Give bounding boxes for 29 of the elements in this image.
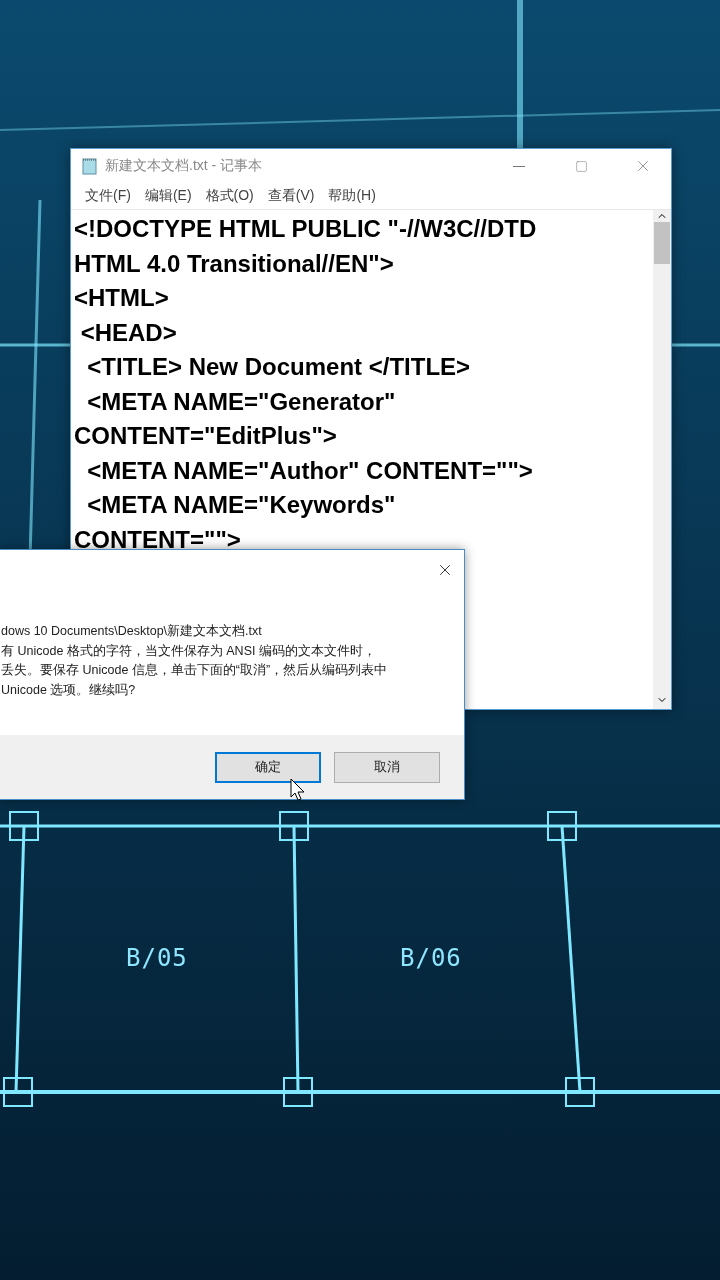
code-line: <HTML>: [74, 283, 170, 313]
minimize-icon: [513, 165, 525, 167]
scroll-thumb[interactable]: [654, 222, 670, 264]
maximize-icon: [574, 159, 588, 173]
code-line: HTML 4.0 Transitional//EN">: [74, 248, 395, 279]
dialog-button[interactable]: 取消: [334, 751, 440, 783]
code-line: <META NAME="Author" CONTENT="">: [86, 455, 534, 486]
code-line: <TITLE> New Document </TITLE>: [86, 352, 472, 382]
message-line: Unicode 选项。继续吗?: [1, 681, 137, 699]
menu-item[interactable]: 帮助(H): [322, 185, 382, 207]
message-line: 丢失。要保存 Unicode 信息，单击下面的“取消”，然后从编码列表中: [1, 662, 389, 679]
message-line: dows 10 Documents\Desktop\新建文本文档.txt: [1, 623, 263, 640]
menu-item[interactable]: 文件(F): [79, 185, 137, 207]
dialog-button[interactable]: 确定: [215, 751, 321, 783]
code-line: <HEAD>: [79, 317, 178, 348]
code-line: CONTENT="">: [74, 524, 242, 555]
code-line: <!DOCTYPE HTML PUBLIC "-//W3C//DTD: [74, 214, 538, 244]
menu-item[interactable]: 编辑(E): [138, 185, 198, 207]
code-line: CONTENT="EditPlus">: [74, 421, 338, 451]
grid-label: B/06: [400, 944, 462, 972]
code-line: <META NAME="Generator": [86, 386, 397, 417]
code-line: <META NAME="Keywords": [86, 490, 397, 520]
grid-label: B/05: [126, 944, 188, 972]
window-title: 新建文本文档.txt - 记事本: [105, 157, 264, 175]
message-line: 有 Unicode 格式的字符，当文件保存为 ANSI 编码的文本文件时，: [1, 642, 377, 660]
menu-item[interactable]: 格式(O): [199, 185, 260, 207]
notepad-icon: [81, 157, 99, 175]
menu-item[interactable]: 查看(V): [261, 185, 321, 207]
scrollbar[interactable]: [653, 210, 671, 709]
